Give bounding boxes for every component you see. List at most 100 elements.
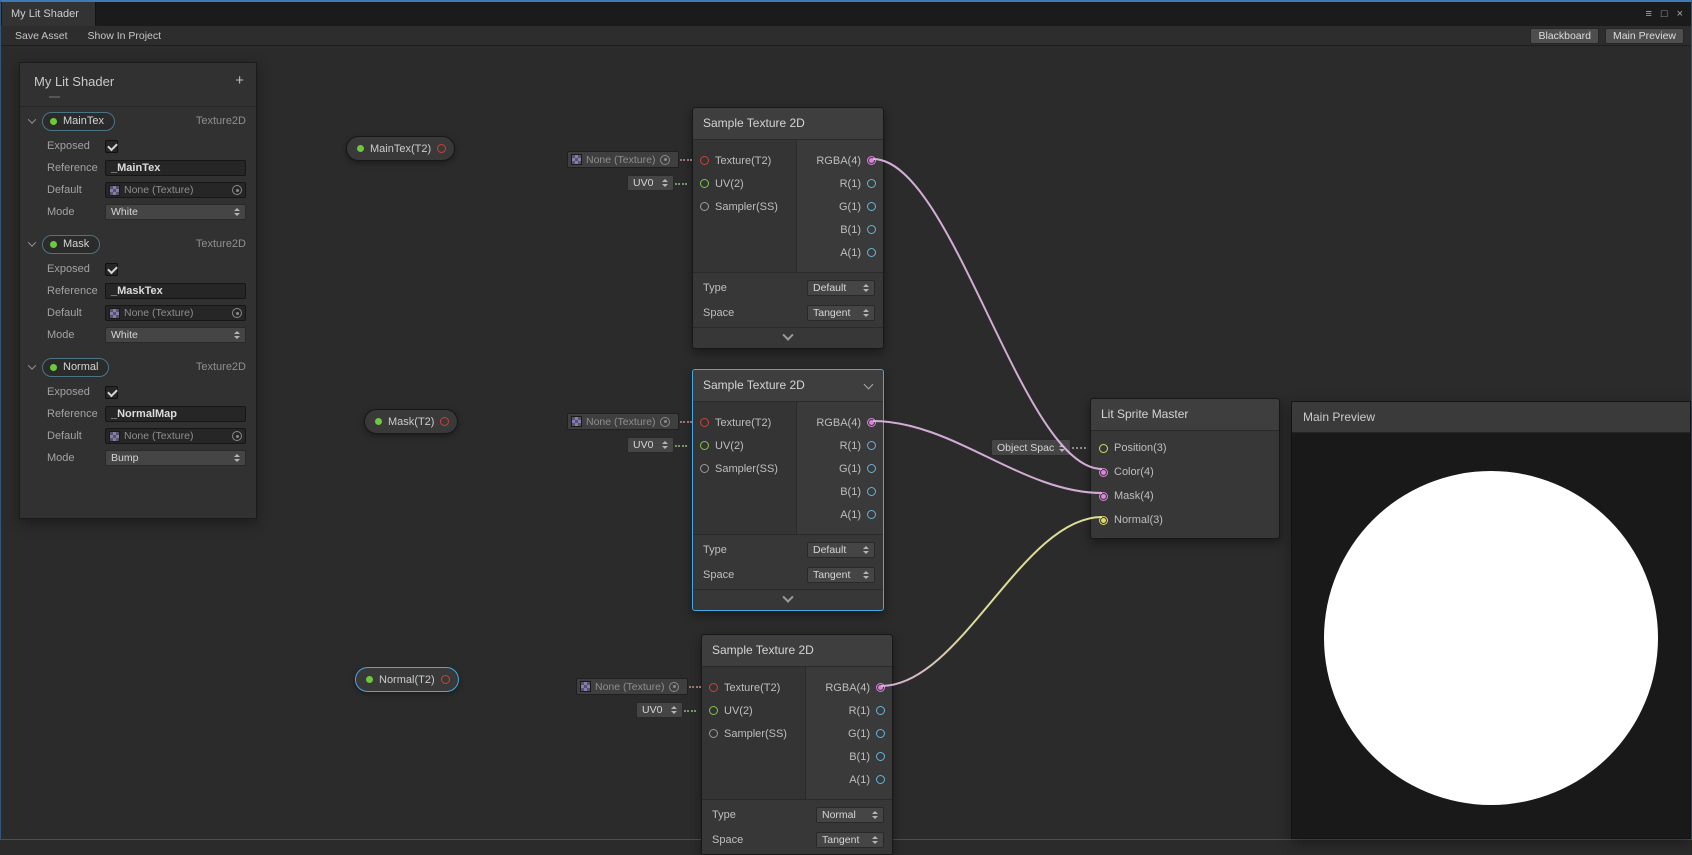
default-texture-field[interactable]: None (Texture) [105, 305, 246, 321]
blackboard-toggle-button[interactable]: Blackboard [1530, 28, 1599, 44]
texture-slot-widget[interactable]: None (Texture) [567, 151, 679, 168]
position-input-port[interactable] [1099, 444, 1108, 453]
r-output-port[interactable] [867, 441, 876, 450]
rgba-output-port[interactable] [876, 683, 885, 692]
g-output-port[interactable] [867, 202, 876, 211]
position-space-dropdown[interactable]: Object Space [991, 439, 1071, 456]
property-header[interactable]: Mask Texture2D [20, 230, 256, 258]
g-output-port[interactable] [867, 464, 876, 473]
a-output-port[interactable] [867, 248, 876, 257]
b-output-port[interactable] [876, 752, 885, 761]
property-node-maintex[interactable]: MainTex(T2) [346, 136, 455, 161]
texture-input-port[interactable] [700, 156, 709, 165]
collapse-toggle[interactable] [693, 589, 883, 610]
preview-body[interactable] [1292, 433, 1690, 838]
reference-field[interactable]: _MainTex [105, 160, 246, 176]
save-asset-button[interactable]: Save Asset [8, 28, 75, 44]
object-picker-icon[interactable] [660, 155, 670, 165]
exposed-checkbox[interactable] [105, 263, 118, 276]
sample-texture-2d-node-2[interactable]: Sample Texture 2D Texture(T2) UV(2) Samp… [692, 369, 884, 611]
property-pill[interactable]: Mask [42, 235, 100, 254]
show-in-project-button[interactable]: Show In Project [81, 28, 169, 44]
mode-dropdown[interactable]: White [105, 204, 246, 220]
type-dropdown[interactable]: Normal [816, 807, 884, 823]
a-output-port[interactable] [867, 510, 876, 519]
default-texture-field[interactable]: None (Texture) [105, 428, 246, 444]
sampler-input-row: Sampler(SS) [693, 195, 796, 218]
color-input-port[interactable] [1099, 468, 1108, 477]
texture-output-port[interactable] [441, 675, 450, 684]
blackboard-property-mask: Mask Texture2D Exposed Reference _MaskTe… [20, 230, 256, 353]
a-output-port[interactable] [876, 775, 885, 784]
texture-output-port[interactable] [440, 417, 449, 426]
space-dropdown[interactable]: Tangent [807, 567, 875, 583]
sampler-input-port[interactable] [700, 202, 709, 211]
normal-input-port[interactable] [1099, 516, 1108, 525]
property-pill[interactable]: MainTex [42, 112, 115, 131]
property-header[interactable]: MainTex Texture2D [20, 107, 256, 135]
property-node-mask[interactable]: Mask(T2) [364, 409, 458, 434]
object-picker-icon[interactable] [660, 417, 670, 427]
rgba-output-port[interactable] [867, 156, 876, 165]
exposed-checkbox[interactable] [105, 386, 118, 399]
object-picker-icon[interactable] [232, 185, 242, 195]
r-output-port[interactable] [876, 706, 885, 715]
object-picker-icon[interactable] [669, 682, 679, 692]
default-texture-field[interactable]: None (Texture) [105, 182, 246, 198]
preview-header[interactable]: Main Preview [1292, 402, 1690, 433]
expander-chevron-icon[interactable] [28, 115, 36, 123]
mode-dropdown[interactable]: White [105, 327, 246, 343]
texture-output-port[interactable] [437, 144, 446, 153]
object-picker-icon[interactable] [232, 431, 242, 441]
uv-channel-dropdown[interactable]: UV0 [627, 175, 674, 191]
titlebar[interactable]: My Lit Shader ≡ □ × [1, 2, 1691, 26]
texture-input-port[interactable] [700, 418, 709, 427]
uv-input-port[interactable] [700, 179, 709, 188]
blackboard-panel[interactable]: My Lit Shader + MainTex Texture2D Expose… [19, 62, 257, 519]
type-dropdown[interactable]: Default [807, 542, 875, 558]
node-header[interactable]: Sample Texture 2D [702, 635, 892, 667]
node-header[interactable]: Sample Texture 2D [693, 108, 883, 140]
menu-icon[interactable]: ≡ [1645, 9, 1651, 20]
uv-channel-dropdown[interactable]: UV0 [636, 702, 683, 718]
property-pill[interactable]: Normal [42, 358, 109, 377]
collapse-toggle[interactable] [693, 327, 883, 348]
expander-chevron-icon[interactable] [28, 361, 36, 369]
node-header[interactable]: Lit Sprite Master [1091, 399, 1279, 431]
sampler-input-port[interactable] [709, 729, 718, 738]
texture-slot-widget[interactable]: None (Texture) [567, 413, 679, 430]
texture-input-port[interactable] [709, 683, 718, 692]
add-property-button[interactable]: + [235, 72, 244, 89]
node-header[interactable]: Sample Texture 2D [693, 370, 883, 402]
main-preview-panel[interactable]: Main Preview [1291, 401, 1691, 839]
reference-field[interactable]: _MaskTex [105, 283, 246, 299]
r-output-port[interactable] [867, 179, 876, 188]
expander-chevron-icon[interactable] [28, 238, 36, 246]
rgba-output-port[interactable] [867, 418, 876, 427]
mode-dropdown[interactable]: Bump [105, 450, 246, 466]
chevron-down-icon[interactable] [864, 380, 874, 390]
space-dropdown[interactable]: Tangent [807, 305, 875, 321]
g-output-port[interactable] [876, 729, 885, 738]
main-preview-toggle-button[interactable]: Main Preview [1605, 28, 1684, 44]
close-icon[interactable]: × [1677, 9, 1683, 20]
mask-input-port[interactable] [1099, 492, 1108, 501]
property-header[interactable]: Normal Texture2D [20, 353, 256, 381]
sample-texture-2d-node-3[interactable]: Sample Texture 2D Texture(T2) UV(2) Samp… [701, 634, 893, 855]
sampler-input-port[interactable] [700, 464, 709, 473]
uv-input-port[interactable] [700, 441, 709, 450]
maximize-icon[interactable]: □ [1661, 9, 1668, 20]
sample-texture-2d-node-1[interactable]: Sample Texture 2D Texture(T2) UV(2) Samp… [692, 107, 884, 349]
uv-input-port[interactable] [709, 706, 718, 715]
lit-sprite-master-node[interactable]: Lit Sprite Master Position(3) Color(4) M… [1090, 398, 1280, 539]
tab-my-lit-shader[interactable]: My Lit Shader [2, 2, 96, 26]
b-output-port[interactable] [867, 225, 876, 234]
object-picker-icon[interactable] [232, 308, 242, 318]
type-dropdown[interactable]: Default [807, 280, 875, 296]
reference-field[interactable]: _NormalMap [105, 406, 246, 422]
b-output-port[interactable] [867, 487, 876, 496]
exposed-checkbox[interactable] [105, 140, 118, 153]
property-node-normal[interactable]: Normal(T2) [355, 667, 459, 692]
uv-channel-dropdown[interactable]: UV0 [627, 437, 674, 453]
texture-slot-widget[interactable]: None (Texture) [576, 678, 688, 695]
